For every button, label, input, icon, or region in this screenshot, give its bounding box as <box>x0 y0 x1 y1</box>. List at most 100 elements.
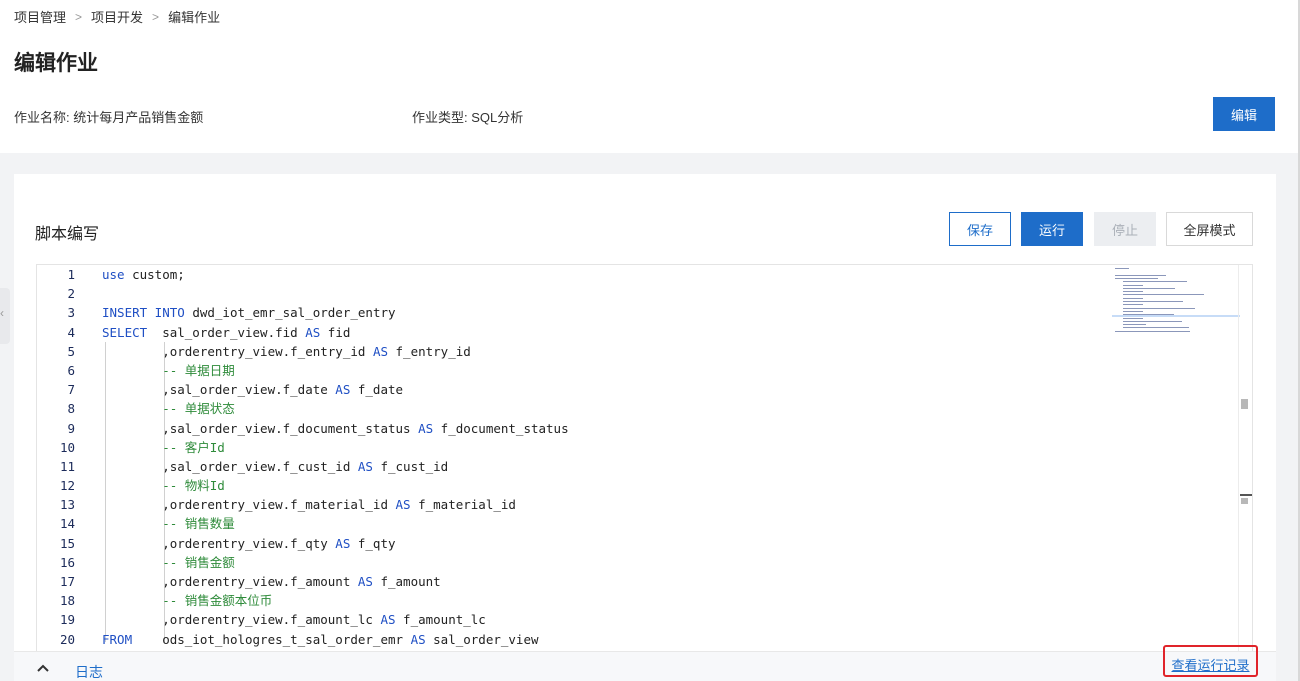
log-tab[interactable]: 日志 <box>75 662 103 681</box>
minimap-line <box>1123 284 1143 286</box>
run-button[interactable]: 运行 <box>1021 212 1083 246</box>
code-line[interactable]: 2 <box>37 284 1117 303</box>
line-number: 18 <box>59 593 75 609</box>
vertical-scrollbar[interactable] <box>1238 265 1252 659</box>
breadcrumb-separator-icon: > <box>152 9 160 24</box>
line-number: 12 <box>59 478 75 494</box>
code-text: ,orderentry_view.f_material_id AS f_mate… <box>102 495 516 514</box>
sql-comment: -- 销售数量 <box>102 516 235 532</box>
breadcrumb-item-project-dev[interactable]: 项目开发 <box>91 7 143 26</box>
line-number: 13 <box>59 497 75 513</box>
code-text: -- 客户Id <box>102 438 225 457</box>
sql-comment: -- 单据状态 <box>102 401 235 417</box>
minimap-line <box>1123 301 1183 302</box>
code-line[interactable]: 1 use custom; <box>37 265 1117 284</box>
code-text: -- 销售数量 <box>102 514 235 533</box>
run-record-highlight: 查看运行记录 <box>1163 645 1258 677</box>
sql-keyword: AS <box>395 497 411 513</box>
job-type: 作业类型: SQL分析 <box>412 110 524 125</box>
code-lines[interactable]: 1 use custom; 2 3 INSERT INTO dwd_iot_emr_sa… <box>37 265 1117 649</box>
chevron-up-icon[interactable] <box>36 661 50 675</box>
line-number: 8 <box>67 401 75 417</box>
code-line[interactable]: 15 ,orderentry_view.f_qty AS f_qty <box>37 534 1117 553</box>
code-text: ,orderentry_view.f_qty AS f_qty <box>102 534 395 553</box>
code-line[interactable]: 10 -- 客户Id <box>37 438 1117 457</box>
line-number: 4 <box>67 324 75 340</box>
minimap-line <box>1123 297 1143 299</box>
code-line[interactable]: 17 ,orderentry_view.f_amount AS f_amount <box>37 572 1117 591</box>
code-text: -- 物料Id <box>102 476 225 495</box>
line-number: 14 <box>59 516 75 532</box>
script-title: 脚本编写 <box>35 226 100 243</box>
sql-keyword: AS <box>357 458 373 474</box>
code-text: FROM ods_iot_hologres_t_sal_order_emr AS… <box>102 630 539 649</box>
code-token: ,sal_order_view.f_date <box>102 382 336 398</box>
code-line[interactable]: 14 -- 销售数量 <box>37 514 1117 533</box>
sql-comment: -- 单据日期 <box>102 362 235 378</box>
code-line[interactable]: 6 -- 单据日期 <box>37 361 1117 380</box>
code-token: ,sal_order_view.f_document_status <box>102 420 419 436</box>
sql-keyword: AS <box>357 574 373 589</box>
code-token: ,orderentry_view.f_amount_lc <box>102 612 381 628</box>
side-collapse-handle[interactable]: ‹ <box>0 288 10 344</box>
code-text: -- 单据日期 <box>102 361 235 380</box>
breadcrumb-separator-icon: > <box>75 9 83 24</box>
code-token: dwd_iot_emr_sal_order_entry <box>184 305 396 321</box>
minimap-line <box>1123 307 1195 309</box>
code-token: ,sal_order_view.f_cust_id <box>102 458 358 474</box>
code-text: INSERT INTO dwd_iot_emr_sal_order_entry <box>102 303 396 322</box>
scrollbar-thumb[interactable] <box>1241 399 1248 409</box>
cursor-marker <box>1240 494 1252 496</box>
code-line[interactable]: 12 -- 物料Id <box>37 476 1117 495</box>
code-text: SELECT sal_order_view.fid AS fid <box>102 323 350 342</box>
sql-keyword: AS <box>372 343 388 359</box>
line-number: 16 <box>59 554 75 570</box>
minimap-line <box>1123 310 1143 312</box>
minimap-line <box>1123 287 1175 289</box>
run-record-link[interactable]: 查看运行记录 <box>1171 655 1249 674</box>
breadcrumb-item-project-management[interactable]: 项目管理 <box>14 7 66 26</box>
log-bar: 日志 <box>14 651 1276 681</box>
minimap-line <box>1123 314 1174 316</box>
code-line[interactable]: 7 ,sal_order_view.f_date AS f_date <box>37 380 1117 399</box>
fullscreen-button[interactable]: 全屏模式 <box>1166 212 1253 246</box>
sql-keyword: FROM <box>102 631 133 647</box>
sql-comment: -- 客户Id <box>102 439 225 455</box>
minimap[interactable] <box>1112 265 1240 659</box>
code-text: ,orderentry_view.f_amount_lc AS f_amount… <box>102 610 486 629</box>
code-line[interactable]: 3 INSERT INTO dwd_iot_emr_sal_order_entry <box>37 303 1117 322</box>
code-line[interactable]: 5 ,orderentry_view.f_entry_id AS f_entry… <box>37 342 1117 361</box>
minimap-line <box>1123 320 1182 322</box>
code-line[interactable]: 11 ,sal_order_view.f_cust_id AS f_cust_i… <box>37 457 1117 476</box>
sql-comment: -- 销售金额本位币 <box>102 593 273 609</box>
sql-keyword: AS <box>335 382 351 398</box>
code-text: -- 单据状态 <box>102 399 235 418</box>
code-line[interactable]: 4 SELECT sal_order_view.fid AS fid <box>37 323 1117 342</box>
edit-button[interactable]: 编辑 <box>1213 97 1275 131</box>
sql-keyword: AS <box>335 535 351 551</box>
line-number: 11 <box>59 458 75 474</box>
code-editor[interactable]: 1 use custom; 2 3 INSERT INTO dwd_iot_emr_sa… <box>36 264 1253 660</box>
code-line[interactable]: 16 -- 销售金额 <box>37 553 1117 572</box>
breadcrumb: 项目管理 > 项目开发 > 编辑作业 <box>14 7 220 26</box>
line-number: 2 <box>67 286 75 302</box>
line-number: 6 <box>67 362 75 378</box>
minimap-line <box>1123 317 1143 319</box>
code-token: f_amount <box>372 574 441 589</box>
stop-button[interactable]: 停止 <box>1094 212 1156 246</box>
line-number: 20 <box>59 631 75 647</box>
code-line[interactable]: 9 ,sal_order_view.f_document_status AS f… <box>37 419 1117 438</box>
code-line[interactable]: 8 -- 单据状态 <box>37 399 1117 418</box>
sql-keyword: SELECT <box>102 324 148 340</box>
code-token: f_amount_lc <box>395 612 486 628</box>
save-button[interactable]: 保存 <box>949 212 1011 246</box>
code-token: ,orderentry_view.f_qty <box>102 535 336 551</box>
code-line[interactable]: 13 ,orderentry_view.f_material_id AS f_m… <box>37 495 1117 514</box>
code-line[interactable]: 18 -- 销售金额本位币 <box>37 591 1117 610</box>
code-text: -- 销售金额本位币 <box>102 591 272 610</box>
code-line[interactable]: 20 FROM ods_iot_hologres_t_sal_order_emr … <box>37 630 1117 649</box>
sql-keyword: AS <box>418 420 434 436</box>
code-token: f_document_status <box>433 420 569 436</box>
sql-comment: -- 销售金额 <box>102 554 235 570</box>
code-line[interactable]: 19 ,orderentry_view.f_amount_lc AS f_amo… <box>37 610 1117 629</box>
